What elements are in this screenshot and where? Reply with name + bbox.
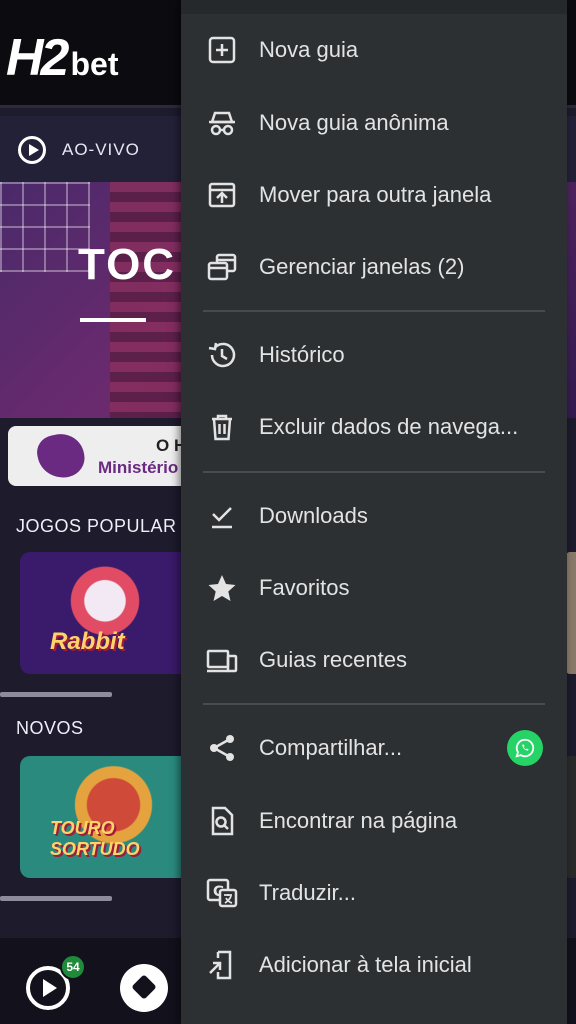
- whatsapp-icon[interactable]: [507, 730, 543, 766]
- hero-dash: [80, 318, 146, 322]
- move-window-icon: [205, 178, 239, 212]
- menu-label: Downloads: [259, 503, 368, 528]
- menu-label: Favoritos: [259, 575, 350, 600]
- menu-divider: [203, 310, 545, 312]
- menu-item-manage-windows[interactable]: Gerenciar janelas (2): [181, 231, 567, 303]
- sports-ball-icon[interactable]: [120, 964, 168, 1012]
- menu-label: Encontrar na página: [259, 808, 458, 833]
- star-icon: [205, 571, 239, 605]
- menu-label: Gerenciar janelas (2): [259, 254, 465, 279]
- game-card-touro-sortudo[interactable]: TOURO SORTUDO: [20, 756, 190, 878]
- menu-top-strip: [181, 0, 567, 14]
- game-card-rabbit-text: Rabbit: [50, 628, 125, 655]
- menu-label: Mover para outra janela: [259, 182, 492, 207]
- manage-windows-icon: [205, 250, 239, 284]
- menu-item-translate[interactable]: G Traduzir...: [181, 857, 567, 929]
- menu-item-find-in-page[interactable]: Encontrar na página: [181, 785, 567, 857]
- menu-label: Excluir dados de navega...: [259, 414, 519, 439]
- play-icon: [18, 136, 46, 164]
- game-card-fortune-rabbit[interactable]: Rabbit: [20, 552, 190, 674]
- logo-bet: bet: [70, 46, 119, 82]
- menu-item-move-window[interactable]: Mover para outra janela: [181, 159, 567, 231]
- menu-item-new-tab[interactable]: Nova guia: [181, 14, 567, 86]
- menu-label: Guias recentes: [259, 647, 407, 672]
- menu-divider: [203, 703, 545, 705]
- notice-line-2: Ministério: [98, 458, 179, 477]
- game-card-touro-text: TOURO SORTUDO: [50, 818, 140, 859]
- section-title-popular: JOGOS POPULAR: [16, 516, 177, 536]
- share-icon: [205, 731, 239, 765]
- menu-item-incognito-tab[interactable]: Nova guia anônima: [181, 87, 567, 159]
- live-tab-label: AO-VIVO: [62, 140, 140, 159]
- trash-icon: [205, 410, 239, 444]
- find-in-page-icon: [205, 804, 239, 838]
- menu-item-history[interactable]: Histórico: [181, 319, 567, 391]
- menu-item-recent-tabs[interactable]: Guias recentes: [181, 624, 567, 696]
- download-check-icon: [205, 499, 239, 533]
- menu-item-downloads[interactable]: Downloads: [181, 480, 567, 552]
- site-logo[interactable]: H2 bet: [6, 28, 118, 88]
- live-tab[interactable]: AO-VIVO: [18, 132, 140, 168]
- brazil-map-icon: [33, 429, 89, 483]
- logo-h2: H2: [6, 29, 70, 87]
- browser-overflow-menu: Nova guia Nova guia anônima Mover para o…: [181, 0, 567, 1024]
- section-title-new: NOVOS: [16, 718, 84, 738]
- game-card-peek[interactable]: [566, 756, 576, 878]
- recent-tabs-icon: [205, 643, 239, 677]
- hero-window-decoration: [0, 182, 90, 272]
- translate-icon: G: [205, 876, 239, 910]
- incognito-icon: [205, 106, 239, 140]
- menu-item-clear-browsing-data[interactable]: Excluir dados de navega...: [181, 391, 567, 463]
- menu-label: Nova guia: [259, 37, 359, 62]
- add-to-home-icon: [205, 948, 239, 982]
- menu-label: Nova guia anônima: [259, 110, 449, 135]
- new-tab-icon: [205, 33, 239, 67]
- menu-item-bookmarks[interactable]: Favoritos: [181, 552, 567, 624]
- menu-divider: [203, 471, 545, 473]
- history-icon: [205, 338, 239, 372]
- hero-stair-decoration: [110, 182, 190, 418]
- menu-label: Histórico: [259, 342, 345, 367]
- menu-label: Compartilhar...: [259, 735, 403, 760]
- live-count-badge: 54: [60, 954, 86, 980]
- menu-label: Traduzir...: [259, 880, 356, 905]
- game-card-peek[interactable]: [566, 552, 576, 674]
- carousel-scrollbar: [0, 896, 112, 901]
- menu-item-add-to-home[interactable]: Adicionar à tela inicial: [181, 929, 567, 1001]
- menu-item-share[interactable]: Compartilhar...: [181, 712, 567, 784]
- hero-title: TOC: [78, 240, 177, 289]
- menu-label: Adicionar à tela inicial: [259, 952, 472, 977]
- carousel-scrollbar: [0, 692, 112, 697]
